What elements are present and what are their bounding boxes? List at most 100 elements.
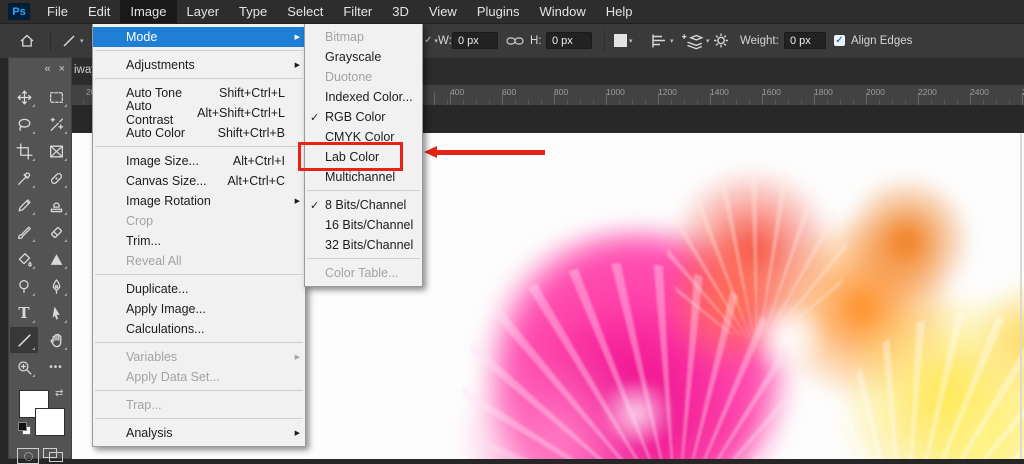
line-tool[interactable] <box>10 327 38 353</box>
menu-item[interactable]: ✓ Adjustments ▶ <box>93 55 305 75</box>
menu-item[interactable]: ✓ Trap... ▶ <box>93 395 305 415</box>
menubar-item[interactable]: Image <box>120 0 176 23</box>
magic-wand-tool[interactable] <box>42 111 70 137</box>
crop-icon <box>16 143 33 160</box>
eyedropper-icon <box>16 170 33 187</box>
height-input[interactable]: 0 px <box>546 32 592 49</box>
submenu-item[interactable]: ✓ 32 Bits/Channel <box>305 235 422 255</box>
collapse-panel-button[interactable]: « <box>44 63 50 75</box>
submenu-item[interactable]: ✓ Grayscale <box>305 47 422 67</box>
menu-item[interactable]: ✓ Canvas Size... Alt+Ctrl+C ▶ <box>93 171 305 191</box>
check-icon: ✓ <box>310 111 319 124</box>
submenu-item[interactable]: ✓ Duotone <box>305 67 422 87</box>
move-tool[interactable] <box>10 84 38 110</box>
submenu-arrow-icon: ▶ <box>295 197 300 205</box>
shape-tool[interactable] <box>42 246 70 272</box>
workspace-left-edge <box>0 57 8 459</box>
close-panel-button[interactable]: × <box>59 63 65 75</box>
menu-item[interactable]: ✓ Trim... ▶ <box>93 231 305 251</box>
home-button[interactable] <box>18 23 36 58</box>
menu-item[interactable]: ✓ Apply Data Set... ▶ <box>93 367 305 387</box>
frame-tool[interactable] <box>42 138 70 164</box>
settings-button[interactable] <box>712 23 730 58</box>
dodge-tool[interactable] <box>10 273 38 299</box>
menubar-item[interactable]: Type <box>229 0 277 23</box>
mode-submenu: ✓ Bitmap ✓ Grayscale ✓ Duotone ✓ Indexed… <box>304 23 423 287</box>
menubar-item[interactable]: File <box>37 0 78 23</box>
eraser-tool[interactable] <box>42 219 70 245</box>
menubar-item[interactable]: Layer <box>177 0 230 23</box>
submenu-item[interactable]: ✓ Multichannel <box>305 167 422 187</box>
crop-tool[interactable] <box>10 138 38 164</box>
menu-item[interactable]: ✓ Calculations... ▶ <box>93 319 305 339</box>
zoom-tool[interactable] <box>10 354 38 380</box>
pen-tool[interactable] <box>42 273 70 299</box>
menubar-item[interactable]: 3D <box>382 0 419 23</box>
submenu-item[interactable]: ✓ CMYK Color <box>305 127 422 147</box>
edit-toolbar-button[interactable]: ••• <box>42 354 70 380</box>
arrow-head-icon <box>424 146 437 158</box>
menubar-item[interactable]: Edit <box>78 0 120 23</box>
submenu-arrow-icon: ▶ <box>295 61 300 69</box>
submenu-item[interactable]: ✓ 8 Bits/Channel <box>305 195 422 215</box>
menu-item[interactable]: ✓ Auto Contrast Alt+Shift+Ctrl+L ▶ <box>93 103 305 123</box>
default-colors-icon[interactable] <box>18 422 30 434</box>
submenu-item[interactable]: ✓ Lab Color <box>305 147 422 167</box>
submenu-item[interactable]: ✓ Bitmap <box>305 27 422 47</box>
tool-preset[interactable]: ▾ <box>60 23 84 58</box>
home-icon <box>18 33 36 49</box>
paint-bucket-tool[interactable] <box>10 246 38 272</box>
align-edges-checkbox[interactable]: ✓ Align Edges <box>834 23 912 58</box>
swap-colors-icon[interactable]: ⇄ <box>55 388 63 399</box>
width-input[interactable]: 0 px <box>452 32 498 49</box>
quick-mask-icon <box>24 452 33 461</box>
spot-healing-brush-tool[interactable] <box>42 165 70 191</box>
menubar-item[interactable]: Filter <box>333 0 382 23</box>
menu-item[interactable]: ✓ Reveal All ▶ <box>93 251 305 271</box>
arrange-button[interactable]: ▾ <box>682 23 710 58</box>
ruler-label: 2000 <box>866 87 885 97</box>
chevron-down-icon: ▾ <box>706 37 710 45</box>
menubar-item[interactable]: Plugins <box>467 0 530 23</box>
path-selection-tool[interactable] <box>42 300 70 326</box>
menu-item[interactable]: ✓ Mode ▶ <box>93 27 305 47</box>
menu-item[interactable]: ✓ Image Rotation ▶ <box>93 191 305 211</box>
stack-icon <box>682 32 704 50</box>
menu-item[interactable]: ✓ Duplicate... ▶ <box>93 279 305 299</box>
submenu-arrow-icon: ▶ <box>295 33 300 41</box>
menu-item[interactable]: ✓ Image Size... Alt+Ctrl+I ▶ <box>93 151 305 171</box>
lasso-tool[interactable] <box>10 111 38 137</box>
screen-mode-button[interactable] <box>43 448 63 462</box>
clone-stamp-tool[interactable] <box>42 192 70 218</box>
menu-item[interactable]: ✓ Auto Color Shift+Ctrl+B ▶ <box>93 123 305 143</box>
menu-item[interactable]: ✓ Auto Tone Shift+Ctrl+L ▶ <box>93 83 305 103</box>
cursor-icon <box>48 305 65 322</box>
link-dimensions-button[interactable] <box>506 23 524 58</box>
submenu-item[interactable]: ✓ 16 Bits/Channel <box>305 215 422 235</box>
pencil-tool[interactable] <box>10 192 38 218</box>
brush-tool[interactable] <box>10 219 38 245</box>
photoshop-logo-icon: Ps <box>8 3 30 20</box>
menubar-item[interactable]: Help <box>596 0 643 23</box>
type-tool[interactable]: T <box>10 300 38 326</box>
background-color-swatch[interactable] <box>35 408 65 436</box>
fill-mode-dropdown-edge[interactable]: ✓ ▾ <box>424 23 438 58</box>
menubar-item[interactable]: View <box>419 0 467 23</box>
submenu-item[interactable]: ✓ RGB Color <box>305 107 422 127</box>
menu-item[interactable]: ✓ Variables ▶ <box>93 347 305 367</box>
weight-input[interactable]: 0 px <box>784 32 826 49</box>
quick-mask-button[interactable] <box>17 448 39 464</box>
align-button[interactable]: ▾ <box>650 23 674 58</box>
menu-item[interactable]: ✓ Analysis ▶ <box>93 423 305 443</box>
menubar-item[interactable]: Select <box>277 0 333 23</box>
menu-item[interactable]: ✓ Crop ▶ <box>93 211 305 231</box>
fill-swatch-button[interactable]: ▾ <box>614 23 633 58</box>
submenu-item[interactable]: ✓ Indexed Color... <box>305 87 422 107</box>
menubar-item[interactable]: Window <box>529 0 595 23</box>
menu-item[interactable]: ✓ Apply Image... ▶ <box>93 299 305 319</box>
rectangular-marquee-tool[interactable] <box>42 84 70 110</box>
canvas-right-edge <box>1020 133 1022 459</box>
eyedropper-tool[interactable] <box>10 165 38 191</box>
hand-tool[interactable] <box>42 327 70 353</box>
submenu-item[interactable]: ✓ Color Table... <box>305 263 422 283</box>
